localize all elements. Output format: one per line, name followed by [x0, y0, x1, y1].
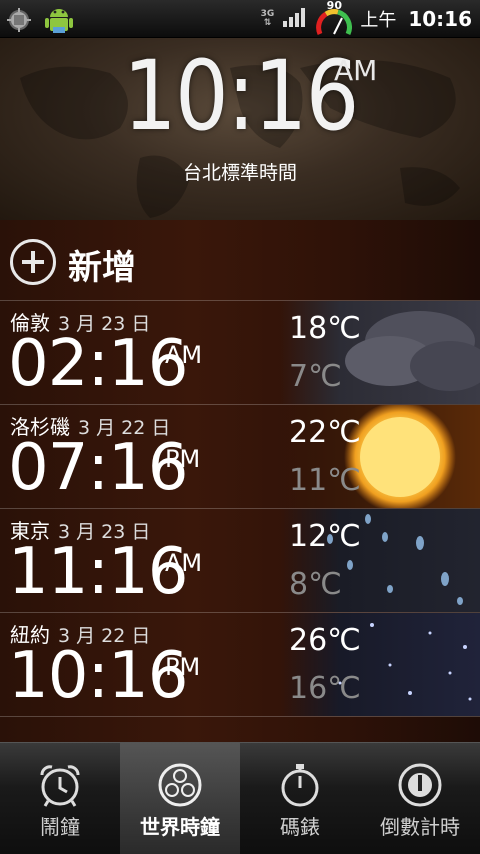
- weather-panel: 12℃ 8℃: [280, 509, 480, 612]
- local-time: 10:16: [122, 40, 359, 152]
- city-ampm: AM: [165, 549, 203, 577]
- high-temp: 12℃: [289, 519, 361, 554]
- network-type-indicator: 3G ⇅: [260, 9, 275, 28]
- local-clock-panel: 10:16 AM 台北標準時間: [0, 38, 480, 220]
- weather-panel: 18℃ 7℃: [280, 301, 480, 404]
- city-row-los-angeles[interactable]: 洛杉磯 3 月 22 日 07:16 PM 22℃ 11℃: [0, 404, 480, 508]
- tab-alarm[interactable]: 鬧鐘: [0, 743, 120, 854]
- city-time: 11:16: [8, 535, 188, 609]
- status-ampm: 上午: [360, 10, 397, 31]
- city-ampm: AM: [165, 341, 203, 369]
- timezone-label: 台北標準時間: [182, 162, 297, 184]
- high-temp: 26℃: [289, 623, 361, 658]
- tab-timer[interactable]: 倒數計時: [360, 743, 480, 854]
- city-row-new-york[interactable]: 紐約 3 月 22 日 10:16 PM 26℃ 16℃: [0, 612, 480, 716]
- status-bar: 3G ⇅ 90 上午 10:16: [0, 0, 480, 38]
- city-row-london[interactable]: 倫敦 3 月 23 日 02:16 AM 18℃ 7℃: [0, 300, 480, 404]
- world-clock-icon: [158, 763, 202, 807]
- settings-notification-icon[interactable]: [6, 7, 32, 37]
- local-ampm: AM: [334, 54, 378, 87]
- tab-label: 世界時鐘: [140, 815, 220, 839]
- city-row-tokyo[interactable]: 東京 3 月 23 日 11:16 AM 12℃ 8℃: [0, 508, 480, 612]
- tab-world-clock[interactable]: 世界時鐘: [120, 743, 240, 854]
- android-notification-icon[interactable]: [42, 3, 76, 41]
- add-city-label: 新增: [68, 248, 136, 288]
- stopwatch-icon: [281, 764, 319, 807]
- status-time: 10:16: [408, 7, 472, 31]
- high-temp: 18℃: [289, 311, 361, 346]
- low-temp: 16℃: [289, 671, 361, 706]
- low-temp: 7℃: [289, 359, 342, 394]
- city-time: 02:16: [8, 327, 188, 401]
- alarm-clock-icon: [40, 765, 80, 807]
- weather-panel: 22℃ 11℃: [280, 405, 480, 508]
- tab-stopwatch[interactable]: 碼錶: [240, 743, 360, 854]
- weather-panel: 26℃ 16℃: [280, 613, 480, 716]
- high-temp: 22℃: [289, 415, 361, 450]
- tab-label: 倒數計時: [380, 815, 460, 839]
- city-ampm: PM: [165, 445, 201, 473]
- battery-gauge-icon: 90: [316, 0, 353, 38]
- timer-icon: [398, 763, 442, 807]
- tab-label: 鬧鐘: [40, 815, 80, 839]
- partially-visible-row: [0, 716, 480, 742]
- low-temp: 11℃: [289, 463, 361, 498]
- signal-icon: [282, 6, 308, 32]
- city-time: 10:16: [8, 639, 188, 713]
- world-clock-list: 新增 倫敦 3 月 23 日 02:16 AM 18℃ 7℃ 洛杉磯 3 月 22 …: [0, 220, 480, 742]
- add-icon: [10, 239, 56, 285]
- city-time: 07:16: [8, 431, 188, 505]
- add-city-button[interactable]: 新增: [0, 220, 480, 300]
- city-ampm: PM: [165, 653, 201, 681]
- bottom-tab-bar: 鬧鐘 世界時鐘 碼錶 倒數計時: [0, 742, 480, 854]
- tab-label: 碼錶: [280, 815, 320, 839]
- low-temp: 8℃: [289, 567, 342, 602]
